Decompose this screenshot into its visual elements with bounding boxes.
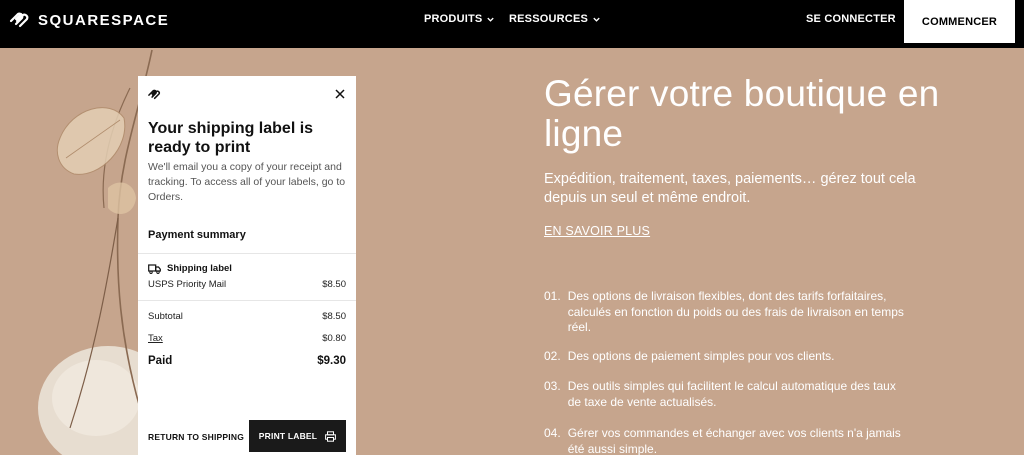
feature-text: Des outils simples qui facilitent le cal…: [567, 379, 896, 409]
feature-item: 01. Des options de livraison flexibles, …: [544, 289, 904, 336]
feature-number: 02.: [544, 349, 561, 363]
subtotal-value: $8.50: [322, 311, 346, 322]
carrier-name: USPS Priority Mail: [148, 279, 227, 290]
feature-item: 04. Gérer vos commandes et échanger avec…: [544, 426, 904, 455]
carrier-line: USPS Priority Mail $8.50: [148, 279, 346, 290]
shipping-label-text: Shipping label: [167, 263, 232, 274]
print-label-text: PRINT LABEL: [258, 431, 318, 441]
hero-title: Gérer votre boutique en ligne: [544, 73, 940, 154]
feature-item: 02. Des options de paiement simples pour…: [544, 349, 904, 365]
chevron-down-icon: [487, 17, 495, 22]
payment-summary-heading: Payment summary: [148, 229, 246, 241]
paid-line: Paid $9.30: [148, 355, 346, 367]
truck-icon: [148, 263, 161, 274]
feature-item: 03. Des outils simples qui facilitent le…: [544, 379, 904, 410]
paid-label: Paid: [148, 355, 173, 367]
paid-value: $9.30: [317, 355, 346, 367]
learn-more-link[interactable]: EN SAVOIR PLUS: [544, 224, 650, 238]
tax-value: $0.80: [322, 333, 346, 344]
carrier-price: $8.50: [322, 279, 346, 290]
top-navigation: SQUARESPACE PRODUITS RESSOURCES SE CONNE…: [0, 0, 1024, 48]
squarespace-logo-icon: [148, 89, 161, 100]
subtotal-line: Subtotal $8.50: [148, 311, 346, 322]
shipping-label-card: Your shipping label is ready to print We…: [138, 76, 356, 455]
nav-products-label: PRODUITS: [424, 13, 483, 25]
printer-icon: [325, 430, 337, 442]
feature-text: Des options de livraison flexibles, dont…: [567, 289, 904, 334]
nav-products-menu[interactable]: PRODUITS: [424, 13, 495, 25]
feature-number: 04.: [544, 426, 561, 440]
subtotal-label: Subtotal: [148, 311, 183, 322]
card-title: Your shipping label is ready to print: [148, 120, 314, 156]
print-label-button[interactable]: PRINT LABEL: [249, 420, 346, 452]
divider: [138, 253, 356, 254]
chevron-down-icon: [593, 17, 600, 22]
brand-name: SQUARESPACE: [38, 11, 170, 29]
hero-subtitle: Expédition, traitement, taxes, paiements…: [544, 171, 916, 206]
feature-text: Gérer vos commandes et échanger avec vos…: [567, 426, 901, 455]
divider: [138, 300, 356, 301]
shipping-label-row: Shipping label: [148, 263, 232, 274]
nav-resources-menu[interactable]: RESSOURCES: [509, 13, 601, 25]
brand-logo[interactable]: SQUARESPACE: [8, 10, 169, 30]
close-icon[interactable]: [334, 88, 346, 100]
tax-line: Tax $0.80: [148, 333, 346, 344]
login-link[interactable]: SE CONNECTER: [806, 13, 896, 25]
feature-number: 03.: [544, 379, 561, 393]
card-description: We'll email you a copy of your receipt a…: [148, 161, 346, 203]
nav-resources-label: RESSOURCES: [509, 13, 589, 25]
feature-text: Des options de paiement simples pour vos…: [567, 349, 835, 363]
feature-number: 01.: [544, 289, 561, 303]
squarespace-logo-icon: [9, 12, 29, 28]
return-to-shipping-button[interactable]: RETURN TO SHIPPING: [148, 432, 244, 442]
tax-link[interactable]: Tax: [148, 333, 163, 344]
get-started-button[interactable]: COMMENCER: [904, 0, 1015, 43]
